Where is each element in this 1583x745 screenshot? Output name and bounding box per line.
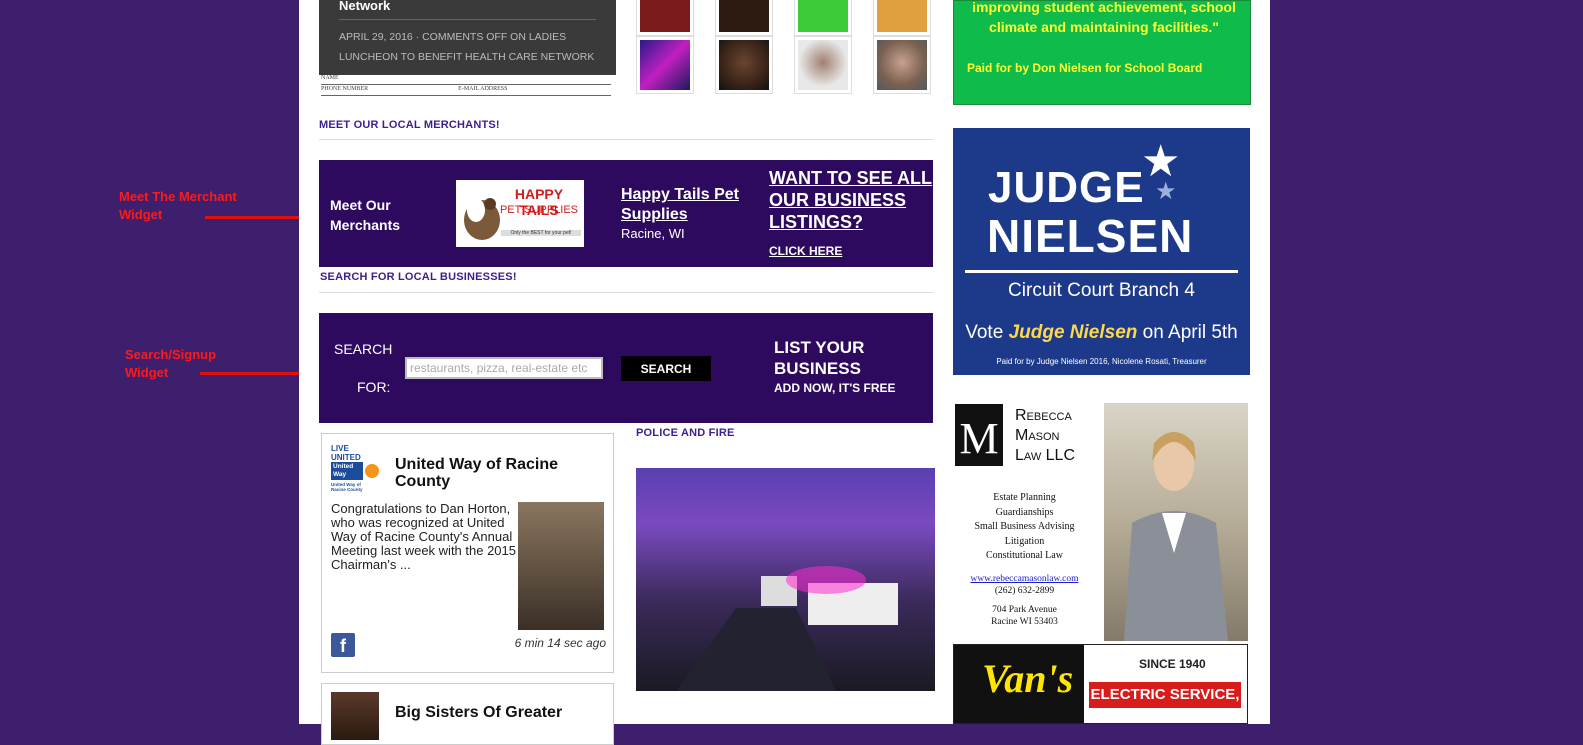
thumbnail[interactable] [636,36,694,94]
search-button[interactable]: SEARCH [621,356,711,381]
search-input[interactable] [405,357,603,379]
annotation-text: Search/Signup Widget [125,347,217,380]
vans-logo: Van's [982,656,1074,701]
annotation-arrow [205,211,317,223]
service-item: Small Business Advising [974,521,1075,532]
law-name-2: Mason [1015,427,1060,444]
search-label-for: FOR: [357,379,391,395]
logo-sub: United Way of Racine County [331,482,363,492]
feed-card-title[interactable]: United Way of Racine County [395,456,595,490]
facebook-icon[interactable]: f [331,633,355,657]
feed-card-title[interactable]: Big Sisters Of Greater [395,704,595,721]
form-name-label: NAME [321,75,339,81]
service-item: Constitutional Law [986,550,1063,561]
star-icon: ★ [1155,178,1177,205]
page-content: Network APRIL 29, 2016 · COMMENTS OFF ON… [299,0,1270,745]
vote-name: Judge Nielsen [1008,322,1138,343]
logo-name: United Way [331,462,363,480]
thumbnail[interactable] [794,0,852,36]
ad-judge-line2: NIELSEN [987,210,1194,262]
law-phone: (262) 632-2899 [994,586,1055,596]
merchant-city: Racine, WI [621,226,685,241]
annotation-search-widget: Search/Signup Widget [125,346,235,382]
united-way-logo: LIVE UNITED United Way United Way of Rac… [331,444,379,492]
all-listings-link[interactable]: WANT TO SEE ALL OUR BUSINESS LISTINGS? [769,167,939,233]
law-address: 704 Park Avenue Racine WI 53403 [953,604,1096,628]
feed-card-photo[interactable] [518,502,604,630]
post-card[interactable]: Network APRIL 29, 2016 · COMMENTS OFF ON… [319,0,616,75]
list-business-subtitle[interactable]: ADD NOW, IT'S FREE [774,381,896,395]
ad-paid-for: Paid for by Don Nielsen for School Board [967,61,1203,75]
section-title-merchants[interactable]: MEET OUR LOCAL MERCHANTS! [319,119,500,131]
search-widget: SEARCH FOR: SEARCH LIST YOUR BUSINESS AD… [319,313,933,423]
law-name-3: Law LLC [1015,447,1076,464]
ad-judge-nielsen[interactable]: ★ ★ JUDGE NIELSEN Circuit Court Branch 4… [953,128,1250,375]
lawyer-photo [1104,403,1248,641]
service-item: Guardianships [995,506,1054,518]
thumbnail[interactable] [873,0,931,36]
hand-icon [365,464,379,478]
form-phone-label: PHONE NUMBER [321,86,369,92]
vote-post: on April 5th [1142,322,1238,343]
thumbnail[interactable] [873,36,931,94]
law-name: Rebecca Mason Law LLC [1015,406,1075,466]
service-item: Litigation [1004,535,1045,547]
feed-card: Big Sisters Of Greater [321,683,614,745]
annotation-arrow [200,367,320,379]
law-name-1: Rebecca [1015,407,1072,424]
ad-judge-line1: JUDGE [988,163,1145,212]
ad-judge-vote: Vote Judge Nielsen on April 5th [953,322,1250,344]
ad-school-board[interactable]: improving student achievement, school cl… [953,0,1251,105]
feed-card-avatar [331,692,379,740]
thumbnail[interactable] [794,36,852,94]
search-label: SEARCH [334,341,393,357]
feed-card-time: 6 min 14 sec ago [514,636,606,650]
section-title-police[interactable]: POLICE AND FIRE [636,427,735,439]
merchant-widget: Meet Our Merchants HAPPY TAILS PET SUPPL… [319,160,933,267]
law-services: Estate Planning Guardianships Small Busi… [953,491,1096,564]
ad-quote: improving student achievement, school cl… [972,0,1236,35]
police-photo[interactable] [636,468,935,691]
form-email-label: E-MAIL ADDRESS [458,86,508,92]
police-scene [676,566,898,691]
service-item: Estate Planning [993,492,1056,503]
merchant-name-link[interactable]: Happy Tails Pet Supplies [621,185,761,225]
feed-card-body: Congratulations to Dan Horton, who was r… [331,501,516,572]
post-title[interactable]: Network [339,0,390,13]
vans-since: SINCE 1940 [1139,657,1206,671]
logo-live-united: LIVE UNITED [331,444,361,462]
logo-subtitle: PET SUPPLIES [499,204,579,216]
signup-form-image: NAME PHONE NUMBER E-MAIL ADDRESS [321,75,611,97]
address-line: 704 Park Avenue [992,605,1057,615]
click-here-link[interactable]: CLICK HERE [769,244,842,258]
logo-tagline: Only the BEST for your pet! [501,230,581,236]
law-url[interactable]: www.rebeccamasonlaw.com [953,574,1096,584]
divider [965,270,1238,273]
logo-mark: United Way [331,462,379,480]
ad-rebecca-mason[interactable]: M Rebecca Mason Law LLC Estate Planning … [953,402,1248,642]
thumbnail[interactable] [715,0,773,36]
feed-card: LIVE UNITED United Way United Way of Rac… [321,433,614,673]
divider [339,19,596,20]
list-business-title[interactable]: LIST YOUR BUSINESS [774,337,914,379]
divider [319,292,933,293]
section-title-search[interactable]: SEARCH FOR LOCAL BUSINESSES! [320,271,517,283]
vote-pre: Vote [965,322,1004,343]
divider [319,139,933,140]
merchant-logo[interactable]: HAPPY TAILS PET SUPPLIES Only the BEST f… [456,180,584,247]
ad-judge-court: Circuit Court Branch 4 [1008,280,1195,301]
post-meta: APRIL 29, 2016 · COMMENTS OFF ON LADIES … [339,31,595,63]
ad-vans-electric[interactable]: Van's SINCE 1940 ELECTRIC SERVICE, INC. [953,644,1248,724]
form-name-line: NAME [321,75,611,85]
address-line: Racine WI 53403 [991,617,1058,627]
person-figure [1124,432,1228,641]
vans-name: ELECTRIC SERVICE, INC. [1089,682,1241,723]
merchant-widget-label: Meet Our Merchants [330,197,401,233]
thumbnail[interactable] [715,36,773,94]
law-logo: M [955,404,1003,466]
form-phone-line: PHONE NUMBER E-MAIL ADDRESS [321,86,611,96]
ad-judge-paid: Paid for by Judge Nielsen 2016, Nicolene… [996,357,1207,366]
thumbnail[interactable] [636,0,694,36]
